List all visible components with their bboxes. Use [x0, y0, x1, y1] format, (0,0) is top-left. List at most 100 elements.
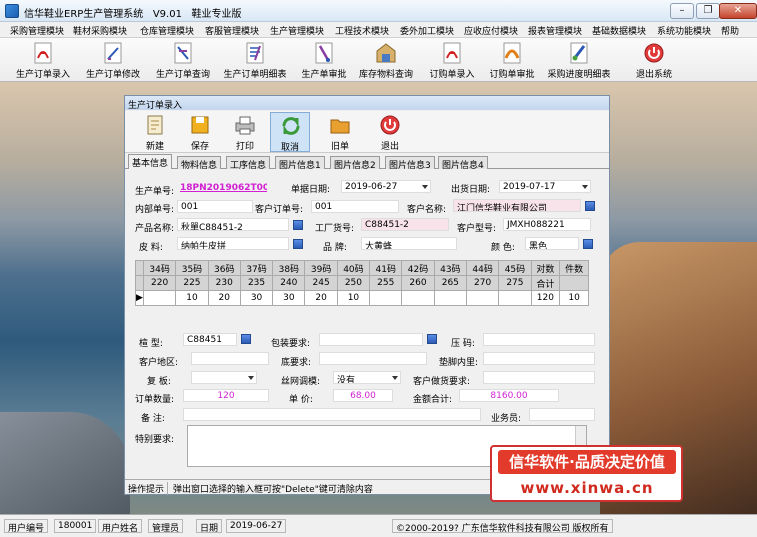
- size-qty-cell[interactable]: 10: [175, 290, 209, 306]
- cust-model-field[interactable]: JMXH088221: [503, 218, 591, 231]
- menu-reports[interactable]: 报表管理模块: [528, 24, 582, 37]
- toolbar-exit-system[interactable]: 退出系统: [626, 40, 682, 80]
- toolbar-order-entry[interactable]: 生产订单录入: [10, 40, 76, 80]
- cust-name-picker-button[interactable]: [585, 201, 595, 211]
- color-field[interactable]: 黑色: [525, 237, 579, 250]
- internal-no-field[interactable]: 001: [177, 200, 253, 213]
- pressure-field[interactable]: [483, 333, 595, 346]
- size-qty-cell[interactable]: [142, 290, 177, 306]
- order-date-field[interactable]: 2019-06-27: [341, 180, 431, 193]
- ship-date-label: 出货日期:: [451, 185, 491, 195]
- menu-outsourcing[interactable]: 委外加工模块: [400, 24, 454, 37]
- size-qty-cell[interactable]: [465, 290, 500, 306]
- remark-field[interactable]: [183, 408, 481, 421]
- tab-process-info[interactable]: 工序信息: [226, 156, 271, 171]
- insole-field[interactable]: [483, 352, 595, 365]
- packing-field[interactable]: [319, 333, 423, 346]
- toolbar-stock-query[interactable]: 库存物料查询: [356, 40, 416, 80]
- cust-name-field[interactable]: 江门信华鞋业有限公司: [453, 199, 581, 212]
- toolbar-order-approve[interactable]: 生产单审批: [296, 40, 352, 80]
- tab-basic-info[interactable]: 基本信息: [128, 154, 173, 169]
- last-picker-button[interactable]: [241, 334, 251, 344]
- minimize-button[interactable]: –: [670, 3, 694, 19]
- main-toolbar: 生产订单录入 生产订单修改 生产订单查询 生产订单明细表 生产单审批 库存物料查…: [0, 38, 757, 82]
- size-qty-cell[interactable]: [369, 290, 403, 306]
- button-label: 旧单: [330, 142, 349, 152]
- menu-purchase[interactable]: 采购管理模块: [10, 24, 64, 37]
- cust-region-field[interactable]: [191, 352, 269, 365]
- exit-button[interactable]: 退出: [370, 112, 410, 152]
- size-qty-cell[interactable]: [401, 290, 435, 306]
- leather-picker-button[interactable]: [293, 239, 303, 249]
- save-button[interactable]: 保存: [180, 112, 220, 152]
- qty-field[interactable]: 120: [183, 389, 269, 402]
- product-name-field[interactable]: 秋單C88451-2: [177, 218, 289, 231]
- size-grid[interactable]: 34码 35码 36码 37码 38码 39码 40码 41码 42码 43码 44码 45码 对数 件数…: [135, 260, 589, 306]
- old-order-button[interactable]: 旧单: [320, 112, 360, 152]
- menu-warehouse[interactable]: 仓库管理模块: [140, 24, 194, 37]
- color-picker-button[interactable]: [583, 239, 593, 249]
- size-code-cell: 220: [142, 275, 177, 291]
- price-field[interactable]: 68.00: [333, 389, 393, 402]
- toolbar-label: 订购单审批: [489, 70, 535, 80]
- cust-order-no-field[interactable]: 001: [311, 200, 399, 213]
- toolbar-purchase-entry[interactable]: 订购单录入: [424, 40, 480, 80]
- user-name-label: 用户姓名: [98, 519, 143, 534]
- salesman-field[interactable]: [529, 408, 595, 421]
- amount-field[interactable]: 8160.00: [459, 389, 559, 402]
- size-cell: 45码: [498, 260, 532, 276]
- sole-req-field[interactable]: [319, 352, 427, 365]
- menu-receivable[interactable]: 应收应付模块: [464, 24, 518, 37]
- tab-image-1[interactable]: 图片信息1: [275, 156, 325, 171]
- toolbar-purchase-progress[interactable]: 采购进度明细表: [544, 40, 614, 80]
- mesh-select[interactable]: 没有: [333, 371, 401, 384]
- last-field[interactable]: C88451: [183, 333, 237, 346]
- approve-pen-icon: [315, 42, 333, 64]
- toolbar-order-edit[interactable]: 生产订单修改: [80, 40, 146, 80]
- size-qty-cell[interactable]: 120: [530, 290, 561, 306]
- size-qty-cell[interactable]: [498, 290, 532, 306]
- brand-field[interactable]: 大黄蜂: [361, 237, 457, 250]
- menu-system[interactable]: 系统功能模块: [657, 24, 711, 37]
- prod-no-value[interactable]: 18PN2019062T002: [177, 182, 267, 195]
- tab-image-2[interactable]: 图片信息2: [330, 156, 380, 171]
- detail-doc-icon: [246, 42, 264, 64]
- tab-material-info[interactable]: 物料信息: [177, 156, 222, 171]
- query-doc-icon: [174, 42, 192, 64]
- tab-image-3[interactable]: 图片信息3: [385, 156, 435, 171]
- size-qty-cell[interactable]: 30: [272, 290, 306, 306]
- print-button[interactable]: 打印: [225, 112, 265, 152]
- cust-delivery-field[interactable]: [483, 371, 595, 384]
- restore-button[interactable]: ❐: [696, 3, 720, 19]
- menu-customer-service[interactable]: 客服管理模块: [205, 24, 259, 37]
- ship-date-field[interactable]: 2019-07-17: [499, 180, 591, 193]
- upper-select[interactable]: [191, 371, 257, 384]
- toolbar-order-query[interactable]: 生产订单查询: [150, 40, 216, 80]
- size-qty-cell[interactable]: [433, 290, 467, 306]
- product-picker-button[interactable]: [293, 220, 303, 230]
- close-button[interactable]: ✕: [719, 3, 757, 19]
- menu-production[interactable]: 生产管理模块: [270, 24, 324, 37]
- new-button[interactable]: 新建: [135, 112, 175, 152]
- size-qty-cell[interactable]: 10: [336, 290, 371, 306]
- size-cell: 43码: [433, 260, 467, 276]
- factory-no-field[interactable]: C88451-2: [361, 218, 449, 231]
- menu-shoe-material[interactable]: 鞋材采购模块: [73, 24, 127, 37]
- size-qty-cell[interactable]: 20: [304, 290, 338, 306]
- toolbar-order-detail[interactable]: 生产订单明细表: [220, 40, 290, 80]
- size-qty-cell[interactable]: 10: [559, 290, 589, 306]
- packing-picker-button[interactable]: [427, 334, 437, 344]
- size-code-cell: 225: [175, 275, 209, 291]
- cancel-button[interactable]: 取消: [270, 112, 310, 153]
- toolbar-purchase-approve[interactable]: 订购单审批: [484, 40, 540, 80]
- size-qty-cell[interactable]: 20: [207, 290, 241, 306]
- menu-base-data[interactable]: 基础数据模块: [592, 24, 646, 37]
- leather-field[interactable]: 纳帕牛皮拼: [177, 237, 289, 250]
- tab-image-4[interactable]: 图片信息4: [438, 156, 488, 171]
- menu-help[interactable]: 帮助: [721, 24, 739, 37]
- size-qty-cell[interactable]: 30: [239, 290, 274, 306]
- menu-engineering[interactable]: 工程技术模块: [335, 24, 389, 37]
- size-code-cell: 275: [498, 275, 532, 291]
- amount-label: 金额合计:: [413, 395, 453, 405]
- size-grid-qty-row[interactable]: ▶ 10 20 30 30 20 10 120 10: [135, 290, 589, 306]
